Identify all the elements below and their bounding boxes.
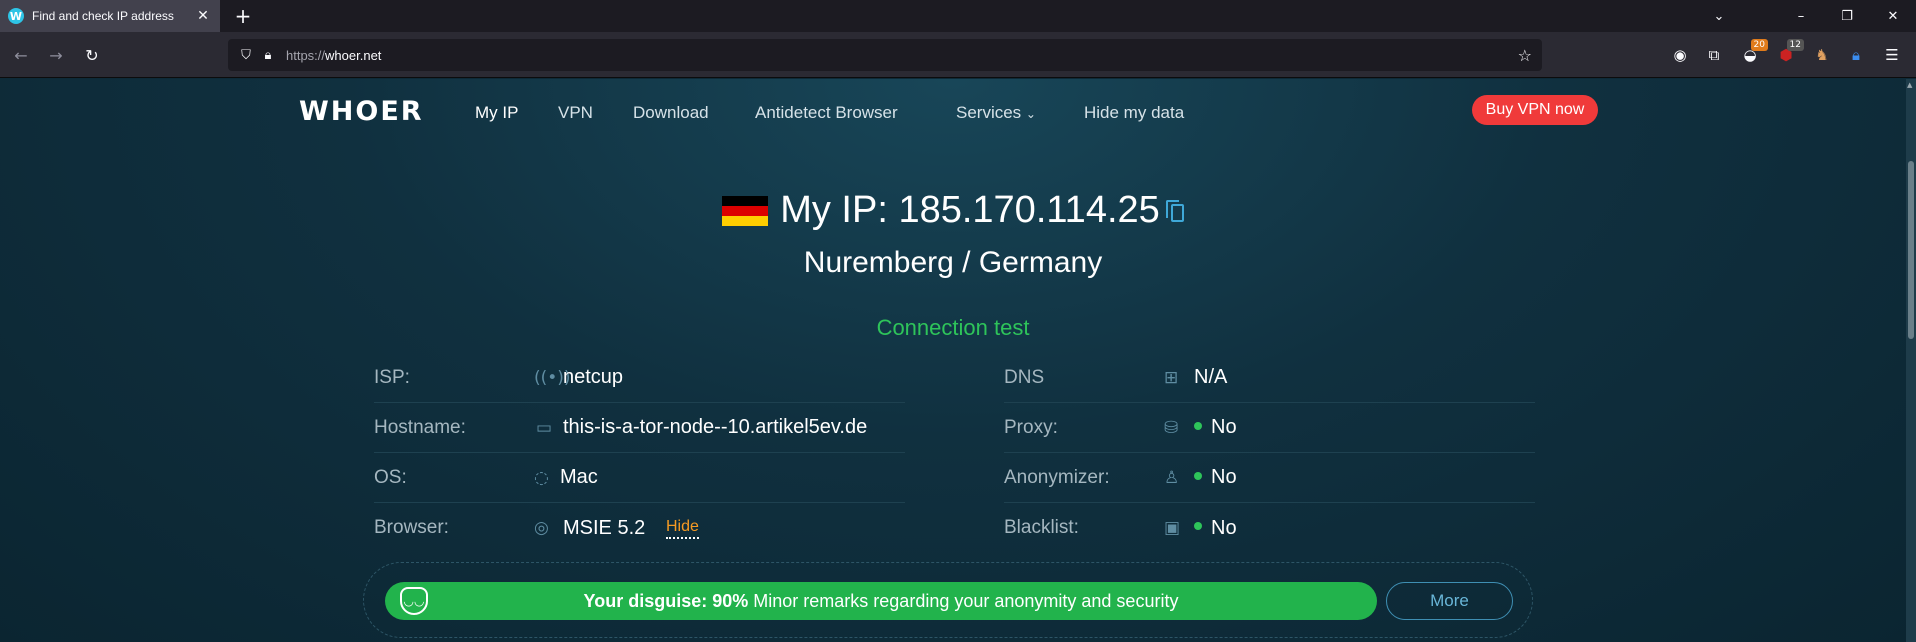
anonymizer-status: No [1211, 466, 1237, 488]
menu-icon[interactable]: ☰ [1880, 43, 1904, 67]
extension-cookie-icon[interactable]: ◒ 20 [1738, 39, 1768, 67]
scroll-thumb[interactable] [1908, 161, 1914, 339]
network-icon: ⊞ [1164, 367, 1179, 388]
disguise-message: Minor remarks regarding your anonymity a… [753, 590, 1179, 611]
lock-icon[interactable]: 🔒︎ [258, 45, 278, 65]
nav-services-label: Services [956, 103, 1022, 122]
url-text[interactable]: https://whoer.net [286, 48, 1518, 63]
ip-heading: My IP: 185.170.114.25 [722, 189, 1184, 232]
site-logo[interactable]: WHOER [299, 96, 424, 127]
restore-icon[interactable]: ❐ [1824, 0, 1870, 32]
back-icon[interactable]: ← [9, 43, 33, 67]
blacklist-label: Blacklist: [1004, 517, 1079, 538]
apple-icon: ◌ [534, 467, 549, 488]
nav-services[interactable]: Services ⌄ [956, 103, 1036, 123]
ip-address: 185.170.114.25 [898, 189, 1160, 231]
info-row-dns: DNS ⊞ N/A [1004, 353, 1535, 403]
nav-my-ip[interactable]: My IP [475, 103, 518, 123]
os-label: OS: [374, 466, 407, 488]
proxy-label: Proxy: [1004, 416, 1058, 438]
url-bar[interactable]: ⛉ 🔒︎ https://whoer.net ☆ [228, 39, 1542, 71]
page-scrollbar[interactable]: ▲ [1906, 79, 1916, 642]
dns-value: N/A [1194, 366, 1228, 388]
blacklist-icon: ▣ [1164, 518, 1181, 538]
connection-test-title: Connection test [876, 315, 1030, 340]
anonymizer-value: No [1194, 466, 1237, 489]
extension-lock-icon[interactable]: 🔒︎ [1844, 43, 1868, 67]
proxy-value: No [1194, 416, 1237, 439]
anonymizer-icon: ♙ [1164, 467, 1180, 488]
navigation-bar: ← → ↻ ⛉ 🔒︎ https://whoer.net ☆ ◉ ⧉ ◒ 20 ⬢… [0, 32, 1916, 78]
disguise-bar: ◡◡ Your disguise: 90% Minor remarks rega… [385, 582, 1377, 620]
nav-hide-my-data[interactable]: Hide my data [1084, 103, 1184, 123]
hide-browser-link[interactable]: Hide [666, 518, 699, 539]
anonymizer-label: Anonymizer: [1004, 466, 1110, 488]
bookmark-star-icon[interactable]: ☆ [1518, 46, 1532, 65]
forward-icon[interactable]: → [44, 43, 68, 67]
mask-icon: ◡◡ [400, 587, 428, 615]
chevron-down-icon: ⌄ [1025, 107, 1036, 121]
page-content: WHOER My IP VPN Download Antidetect Brow… [0, 79, 1906, 642]
browser-value: MSIE 5.2 [563, 516, 646, 539]
info-row-proxy: Proxy: ⛁ No [1004, 403, 1535, 453]
buy-vpn-button[interactable]: Buy VPN now [1472, 95, 1598, 125]
extensions-icon[interactable]: ⧉ [1702, 43, 1726, 67]
close-window-icon[interactable]: ✕ [1870, 0, 1916, 32]
ublock-icon[interactable]: ⬢ 12 [1774, 39, 1804, 67]
hostname-value: this-is-a-tor-node--10.artikel5ev.de [563, 416, 868, 438]
copy-icon[interactable] [1165, 199, 1184, 222]
dns-label: DNS [1004, 366, 1045, 388]
account-icon[interactable]: ◉ [1668, 43, 1692, 67]
browser-icon: ◎ [534, 518, 549, 538]
isp-value: netcup [563, 366, 624, 388]
disguise-prefix: Your disguise: [583, 590, 708, 611]
info-row-anonymizer: Anonymizer: ♙ No [1004, 453, 1535, 503]
whoer-favicon-icon: W [8, 8, 24, 24]
new-tab-icon[interactable]: + [232, 5, 254, 27]
germany-flag-icon [722, 195, 769, 226]
extension-agent-icon[interactable]: ♞ [1810, 43, 1834, 67]
info-row-browser: Browser: ◎ MSIE 5.2 Hide [374, 503, 905, 553]
list-all-tabs-icon[interactable]: ⌄ [1696, 0, 1742, 32]
reload-icon[interactable]: ↻ [80, 43, 104, 67]
nav-antidetect-browser[interactable]: Antidetect Browser [755, 103, 898, 123]
browser-label: Browser: [374, 517, 449, 538]
os-value: Mac [560, 466, 598, 488]
tracking-shield-icon[interactable]: ⛉ [236, 45, 256, 65]
disguise-percent: 90% [712, 590, 749, 611]
minimize-icon[interactable]: – [1778, 0, 1824, 32]
info-row-os: OS: ◌ Mac [374, 453, 905, 503]
blacklist-status: No [1211, 516, 1237, 539]
disguise-text: Your disguise: 90% Minor remarks regardi… [584, 591, 1179, 612]
extension-badge: 20 [1750, 39, 1768, 51]
url-protocol: https:// [286, 47, 326, 63]
url-host: whoer.net [325, 47, 382, 63]
info-row-hostname: Hostname: ▭ this-is-a-tor-node--10.artik… [374, 403, 905, 453]
nav-download[interactable]: Download [633, 103, 709, 123]
scroll-up-icon[interactable]: ▲ [1907, 81, 1912, 89]
status-dot [1194, 522, 1202, 531]
ip-hero: My IP: 185.170.114.25 Nuremberg / German… [0, 189, 1906, 280]
monitor-icon: ▭ [536, 417, 553, 438]
nav-vpn[interactable]: VPN [558, 103, 593, 123]
info-row-blacklist: Blacklist: ▣ No [1004, 503, 1535, 553]
hostname-label: Hostname: [374, 416, 466, 438]
extension-badge: 12 [1786, 39, 1804, 51]
tab-title: Find and check IP address [32, 9, 174, 23]
isp-label: ISP: [374, 366, 410, 388]
ip-label: My IP: [780, 189, 888, 231]
status-dot [1194, 471, 1202, 480]
location: Nuremberg / Germany [803, 246, 1103, 279]
info-row-isp: ISP: ((•)) netcup [374, 353, 905, 403]
more-button[interactable]: More [1386, 582, 1513, 620]
tab-close-icon[interactable]: ✕ [194, 8, 212, 24]
database-icon: ⛁ [1164, 417, 1179, 438]
browser-tab[interactable]: W Find and check IP address ✕ [0, 0, 220, 32]
status-dot [1194, 421, 1202, 430]
blacklist-value: No [1194, 517, 1237, 540]
proxy-status: No [1211, 416, 1237, 438]
tab-strip: W Find and check IP address ✕ + ⌄ – ❐ ✕ [0, 0, 1916, 32]
